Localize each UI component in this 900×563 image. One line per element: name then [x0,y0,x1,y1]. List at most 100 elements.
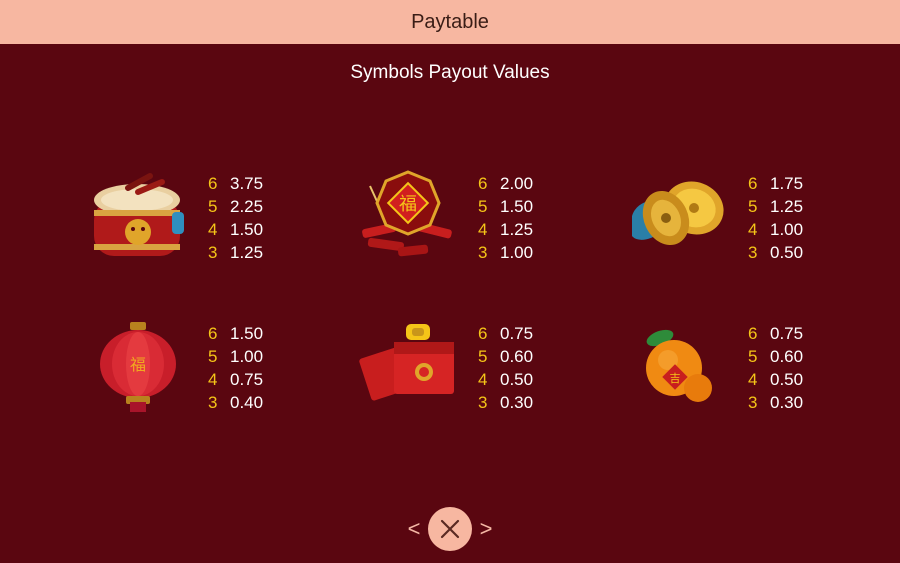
drum-icon [88,166,188,266]
payout-row: 5 0.60 [748,345,803,368]
chevron-left-icon: < [407,516,421,541]
payout-value: 0.50 [770,369,804,389]
symbol-count: 5 [478,196,488,216]
payout-row: 3 1.00 [478,241,533,264]
close-icon [440,519,460,539]
symbol-red-envelope: 6 0.75 5 0.60 4 0.50 3 0.30 [358,316,588,416]
symbol-count: 3 [208,242,218,262]
payout-list: 6 3.75 5 2.25 4 1.50 3 1.25 [208,172,263,264]
payout-value: 0.30 [770,392,804,412]
payout-value: 3.75 [230,173,264,193]
svg-text:吉: 吉 [670,372,681,385]
symbol-count: 5 [748,346,758,366]
payout-list: 6 0.75 5 0.60 4 0.50 3 0.30 [748,322,803,414]
payout-value: 1.25 [770,196,804,216]
payout-value: 0.60 [500,346,534,366]
payout-row: 5 2.25 [208,195,263,218]
payout-value: 0.40 [230,392,264,412]
red-envelope-icon [358,316,458,416]
symbol-count: 6 [748,173,758,193]
payout-list: 6 1.75 5 1.25 4 1.00 3 0.50 [748,172,803,264]
payout-row: 6 0.75 [478,322,533,345]
payout-row: 6 1.50 [208,322,263,345]
payout-value: 1.50 [230,323,264,343]
symbol-count: 4 [748,219,758,239]
symbol-mandarin-orange: 吉 6 0.75 5 0.60 4 0.50 3 0.30 [628,316,858,416]
payout-value: 1.00 [230,346,264,366]
chevron-right-icon: > [479,516,493,541]
symbol-count: 4 [478,369,488,389]
payout-value: 0.50 [500,369,534,389]
payout-row: 3 0.50 [748,241,803,264]
symbol-firecracker: 福 6 2.00 5 1.50 4 1.25 3 1.00 [358,166,588,266]
payout-value: 0.75 [770,323,804,343]
payout-row: 6 1.75 [748,172,803,195]
cymbals-icon [628,166,728,266]
payout-row: 3 0.30 [748,391,803,414]
symbol-count: 6 [478,323,488,343]
symbol-count: 4 [478,219,488,239]
symbol-count: 4 [748,369,758,389]
payout-row: 5 0.60 [478,345,533,368]
symbol-count: 3 [478,392,488,412]
payout-value: 1.00 [500,242,534,262]
payout-row: 5 1.00 [208,345,263,368]
symbol-lantern: 福 6 1.50 5 1.00 4 0.75 3 0.40 [88,316,318,416]
symbol-count: 4 [208,219,218,239]
svg-text:福: 福 [130,355,146,374]
payout-row: 5 1.50 [478,195,533,218]
payout-value: 1.25 [230,242,264,262]
symbols-grid: 6 3.75 5 2.25 4 1.50 3 1.25 福 6 2.00 5 1.50 41… [0,0,900,563]
payout-row: 5 1.25 [748,195,803,218]
symbol-count: 3 [208,392,218,412]
payout-value: 2.00 [500,173,534,193]
payout-value: 0.75 [230,369,264,389]
payout-row: 6 3.75 [208,172,263,195]
close-button[interactable] [428,507,472,551]
symbol-count: 6 [208,173,218,193]
symbol-count: 3 [748,242,758,262]
payout-value: 0.60 [770,346,804,366]
payout-value: 0.50 [770,242,804,262]
lantern-icon: 福 [88,316,188,416]
payout-row: 6 0.75 [748,322,803,345]
payout-list: 6 0.75 5 0.60 4 0.50 3 0.30 [478,322,533,414]
symbol-count: 3 [748,392,758,412]
payout-row: 4 1.25 [478,218,533,241]
page-navigation: < > [0,507,900,551]
symbol-count: 6 [748,323,758,343]
symbol-count: 6 [478,173,488,193]
payout-row: 4 0.50 [748,368,803,391]
symbol-count: 5 [208,346,218,366]
symbol-count: 5 [208,196,218,216]
symbol-count: 3 [478,242,488,262]
payout-row: 4 0.75 [208,368,263,391]
symbol-count: 4 [208,369,218,389]
payout-value: 1.50 [500,196,534,216]
next-page-button[interactable]: > [476,517,496,541]
payout-row: 4 1.00 [748,218,803,241]
firecracker-fortune-icon: 福 [358,166,458,266]
payout-row: 4 0.50 [478,368,533,391]
payout-value: 0.30 [500,392,534,412]
payout-row: 4 1.50 [208,218,263,241]
symbol-drum: 6 3.75 5 2.25 4 1.50 3 1.25 [88,166,318,266]
symbol-count: 6 [208,323,218,343]
svg-text:福: 福 [399,194,417,215]
payout-list: 6 2.00 5 1.50 4 1.25 3 1.00 [478,172,533,264]
payout-list: 6 1.50 5 1.00 4 0.75 3 0.40 [208,322,263,414]
symbol-cymbals: 6 1.75 5 1.25 4 1.00 3 0.50 [628,166,858,266]
payout-row: 3 1.25 [208,241,263,264]
payout-row: 3 0.40 [208,391,263,414]
payout-value: 1.25 [500,219,534,239]
payout-row: 3 0.30 [478,391,533,414]
mandarin-orange-icon: 吉 [628,316,728,416]
payout-value: 1.75 [770,173,804,193]
payout-value: 0.75 [500,323,534,343]
payout-value: 2.25 [230,196,264,216]
payout-value: 1.50 [230,219,264,239]
previous-page-button[interactable]: < [404,517,424,541]
symbol-count: 5 [478,346,488,366]
payout-row: 6 2.00 [478,172,533,195]
payout-value: 1.00 [770,219,804,239]
